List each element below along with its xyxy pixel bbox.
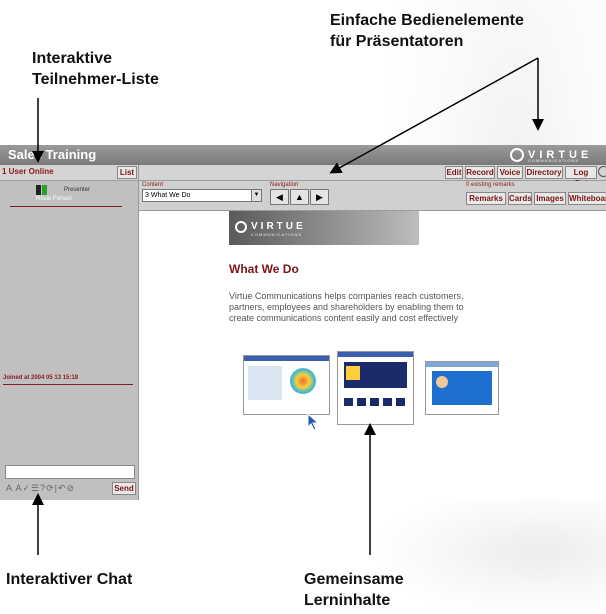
annotation-chat: Interaktiver Chat [6,571,133,588]
directory-button[interactable]: Directory [525,166,563,179]
shared-slide: VIRTUE COMMUNICATIONS What We Do Virtue … [229,211,519,500]
slide-logo-subtext: COMMUNICATIONS [251,232,303,237]
participant-divider [10,206,122,207]
annotation-line: Lerninhalte [304,592,391,609]
annotation-line: Gemeinsame [304,571,404,588]
participant-role: Presenter [64,187,91,193]
participant-panel: 1 User Online List Presenter Rosie Ferso… [0,165,139,500]
content-label: Content [142,182,164,188]
first-slide-button[interactable]: ▲ [290,189,309,205]
presentation-area: Edit Record Voice Directory Log Out Cont… [139,165,606,500]
annotation-shared-content: Gemeinsame Lerninhalte [304,569,404,611]
chat-input[interactable] [5,465,135,479]
remarks-button[interactable]: Remarks [466,192,506,205]
annotation-presenter-controls: Einfache Bedienelemente für Präsentatore… [330,10,524,52]
participant-name: Rosie Ferson [36,196,72,202]
remarks-count: 0 existing remarks [466,182,515,188]
thumbnail-image [425,361,499,415]
presenter-toolbar: Edit Record Voice Directory Log Out [139,165,606,188]
edit-button[interactable]: Edit [445,166,463,179]
slide-logo-text: VIRTUE [251,221,306,232]
virtue-logo: VIRTUE COMMUNICATIONS [510,146,592,164]
thumbnail-image [337,351,414,425]
users-header: 1 User Online List [0,165,138,181]
annotation-line: für Präsentatoren [330,33,464,50]
content-select[interactable]: 3 What We Do [142,189,254,202]
cards-button[interactable]: Cards [508,192,532,205]
app-title: Sales Training [8,147,97,162]
clock-icon[interactable] [598,166,606,177]
logo-subtext: COMMUNICATIONS [528,158,580,163]
list-button[interactable]: List [117,166,137,179]
slide-title: What We Do [229,262,299,276]
users-online-label: 1 User Online [2,167,54,176]
mouse-pointer-icon [307,413,320,431]
app-window: Sales Training VIRTUE COMMUNICATIONS 1 U… [0,145,606,500]
record-button[interactable]: Record [465,166,495,179]
whiteboard-button[interactable]: Whiteboard [568,192,606,205]
images-button[interactable]: Images [534,192,566,205]
logout-button[interactable]: Log Out [565,166,597,188]
chat-divider [3,384,133,385]
annotation-participant-list: Interaktive Teilnehmer-Liste [32,48,159,90]
navigation-label: Navigation [270,182,299,188]
slide-logo-orb-icon [235,221,247,233]
background-swirl-lower [380,490,606,614]
logo-orb-icon [510,148,524,162]
presenter-icon [36,185,48,195]
presentation-controls: Content 3 What We Do ▼ Navigation ◀ ▲ ▶ … [139,181,606,211]
next-slide-button[interactable]: ▶ [310,189,329,205]
send-button[interactable]: Send [112,482,136,495]
thumbnail-image [243,355,330,415]
chat-toolbar[interactable]: A A✓☰?⟳|↶⊘ [6,483,75,494]
annotation-line: Interaktive [32,50,113,67]
annotation-line: Teilnehmer-Liste [32,71,159,88]
participant-row[interactable]: Presenter Rosie Ferson [14,185,124,205]
previous-slide-button[interactable]: ◀ [270,189,289,205]
title-bar: Sales Training VIRTUE COMMUNICATIONS [0,145,606,165]
annotation-line: Einfache Bedienelemente [330,12,524,29]
slide-body: Virtue Communications helps companies re… [229,291,464,323]
chat-joined-message: Joined at 2004 05 13 15:18 [3,375,79,381]
chevron-down-icon[interactable]: ▼ [251,189,262,202]
voice-button[interactable]: Voice [497,166,523,179]
slide-banner: VIRTUE COMMUNICATIONS [229,211,419,245]
